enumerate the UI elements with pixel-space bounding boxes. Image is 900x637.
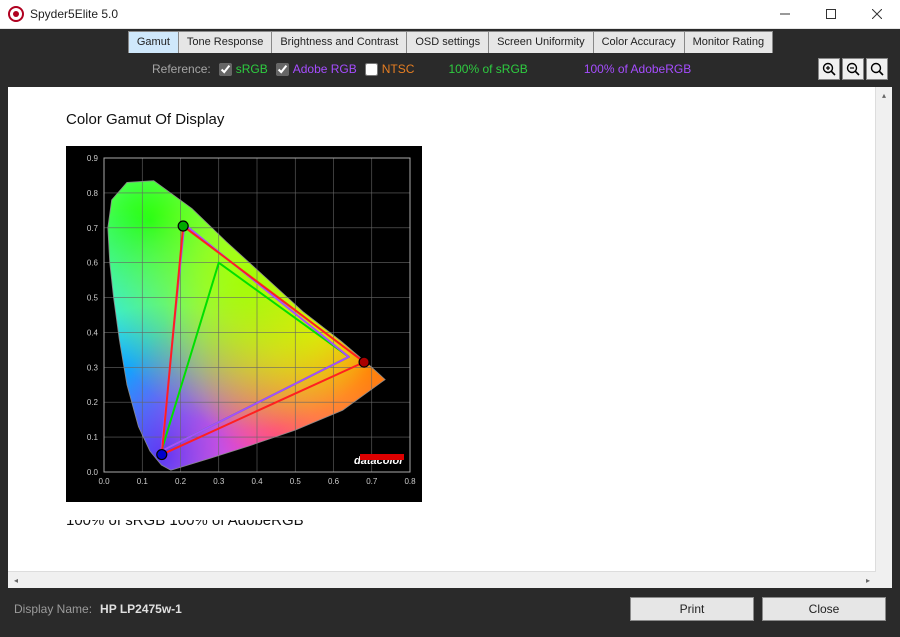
chart-title: Color Gamut Of Display — [66, 111, 852, 128]
zoom-fit-button[interactable] — [866, 58, 888, 80]
display-name-value: HP LP2475w-1 — [100, 602, 182, 616]
checkbox-srgb-input[interactable] — [219, 63, 232, 76]
tab-color-accuracy[interactable]: Color Accuracy — [593, 31, 685, 53]
svg-text:0.4: 0.4 — [87, 328, 99, 337]
minimize-button[interactable] — [762, 0, 808, 28]
svg-text:0.3: 0.3 — [213, 477, 225, 486]
gamut-chart: 0.0 0.1 0.2 0.3 0.4 0.5 0.6 0.7 0.8 0.0 0.1 0.2 0.3 0… — [66, 146, 422, 502]
svg-text:0.5: 0.5 — [290, 477, 302, 486]
horizontal-scrollbar[interactable]: ◂ ▸ — [8, 571, 876, 588]
titlebar: Spyder5Elite 5.0 — [0, 0, 900, 29]
svg-text:0.7: 0.7 — [366, 477, 378, 486]
checkbox-ntsc-input[interactable] — [365, 63, 378, 76]
content-panel: Color Gamut Of Display 0.00.10.20.30.40.… — [8, 87, 892, 588]
scroll-corner — [876, 572, 892, 588]
gamut-chart-svg: 0.0 0.1 0.2 0.3 0.4 0.5 0.6 0.7 0.8 0.0 0.1 0.2 0.3 0… — [66, 146, 422, 502]
tab-gamut[interactable]: Gamut — [128, 31, 179, 53]
svg-text:0.5: 0.5 — [87, 294, 99, 303]
app-icon — [8, 6, 24, 22]
below-chart-peek: 100% of sRGB 100% of AdobeRGB — [66, 520, 852, 530]
tab-monitor-rating[interactable]: Monitor Rating — [684, 31, 774, 53]
checkbox-adobergb-input[interactable] — [276, 63, 289, 76]
checkbox-srgb-label: sRGB — [236, 62, 268, 76]
svg-text:0.1: 0.1 — [137, 477, 149, 486]
content-inner: Color Gamut Of Display 0.00.10.20.30.40.… — [8, 87, 876, 572]
reference-label: Reference: — [152, 62, 211, 76]
zoom-buttons — [818, 58, 888, 80]
checkbox-adobergb[interactable]: Adobe RGB — [276, 62, 357, 76]
window-title: Spyder5Elite 5.0 — [30, 7, 118, 21]
maximize-button[interactable] — [808, 0, 854, 28]
scroll-up-icon[interactable]: ▴ — [876, 87, 892, 103]
checkbox-adobergb-label: Adobe RGB — [293, 62, 357, 76]
svg-text:0.7: 0.7 — [87, 224, 99, 233]
checkbox-srgb[interactable]: sRGB — [219, 62, 268, 76]
svg-text:0.6: 0.6 — [87, 259, 99, 268]
print-button[interactable]: Print — [630, 597, 754, 621]
svg-text:0.2: 0.2 — [87, 398, 99, 407]
maximize-icon — [826, 9, 836, 19]
app-frame: Gamut Tone Response Brightness and Contr… — [0, 29, 900, 637]
zoom-in-button[interactable] — [818, 58, 840, 80]
checkbox-ntsc-label: NTSC — [382, 62, 415, 76]
checkbox-ntsc[interactable]: NTSC — [365, 62, 415, 76]
svg-text:0.0: 0.0 — [98, 477, 110, 486]
srgb-coverage-text: 100% of sRGB — [448, 62, 527, 76]
svg-text:0.0: 0.0 — [87, 468, 99, 477]
svg-text:0.1: 0.1 — [87, 433, 99, 442]
tab-strip: Gamut Tone Response Brightness and Contr… — [8, 31, 892, 53]
tab-brightness-contrast[interactable]: Brightness and Contrast — [271, 31, 407, 53]
svg-text:0.2: 0.2 — [175, 477, 187, 486]
zoom-out-icon — [846, 62, 860, 76]
footer-bar: Display Name: HP LP2475w-1 Print Close — [8, 588, 892, 630]
zoom-fit-icon — [870, 62, 884, 76]
tab-osd-settings[interactable]: OSD settings — [406, 31, 489, 53]
zoom-in-icon — [822, 62, 836, 76]
adobergb-coverage-text: 100% of AdobeRGB — [584, 62, 691, 76]
close-button[interactable]: Close — [762, 597, 886, 621]
svg-text:0.3: 0.3 — [87, 363, 99, 372]
scroll-right-icon[interactable]: ▸ — [860, 572, 876, 588]
reference-row: Reference: sRGB Adobe RGB NTSC 100% of s… — [8, 53, 892, 87]
zoom-out-button[interactable] — [842, 58, 864, 80]
tab-screen-uniformity[interactable]: Screen Uniformity — [488, 31, 593, 53]
vertical-scrollbar[interactable]: ▴ — [875, 87, 892, 572]
svg-text:0.6: 0.6 — [328, 477, 340, 486]
display-name-label: Display Name: — [14, 602, 92, 616]
svg-text:0.9: 0.9 — [87, 154, 99, 163]
close-icon — [872, 9, 882, 19]
svg-text:0.4: 0.4 — [251, 477, 263, 486]
scroll-left-icon[interactable]: ◂ — [8, 572, 24, 588]
svg-text:0.8: 0.8 — [87, 189, 99, 198]
content-wrap: Color Gamut Of Display 0.00.10.20.30.40.… — [8, 87, 892, 588]
tab-tone-response[interactable]: Tone Response — [178, 31, 272, 53]
close-window-button[interactable] — [854, 0, 900, 28]
svg-text:0.8: 0.8 — [404, 477, 416, 486]
minimize-icon — [780, 9, 790, 19]
